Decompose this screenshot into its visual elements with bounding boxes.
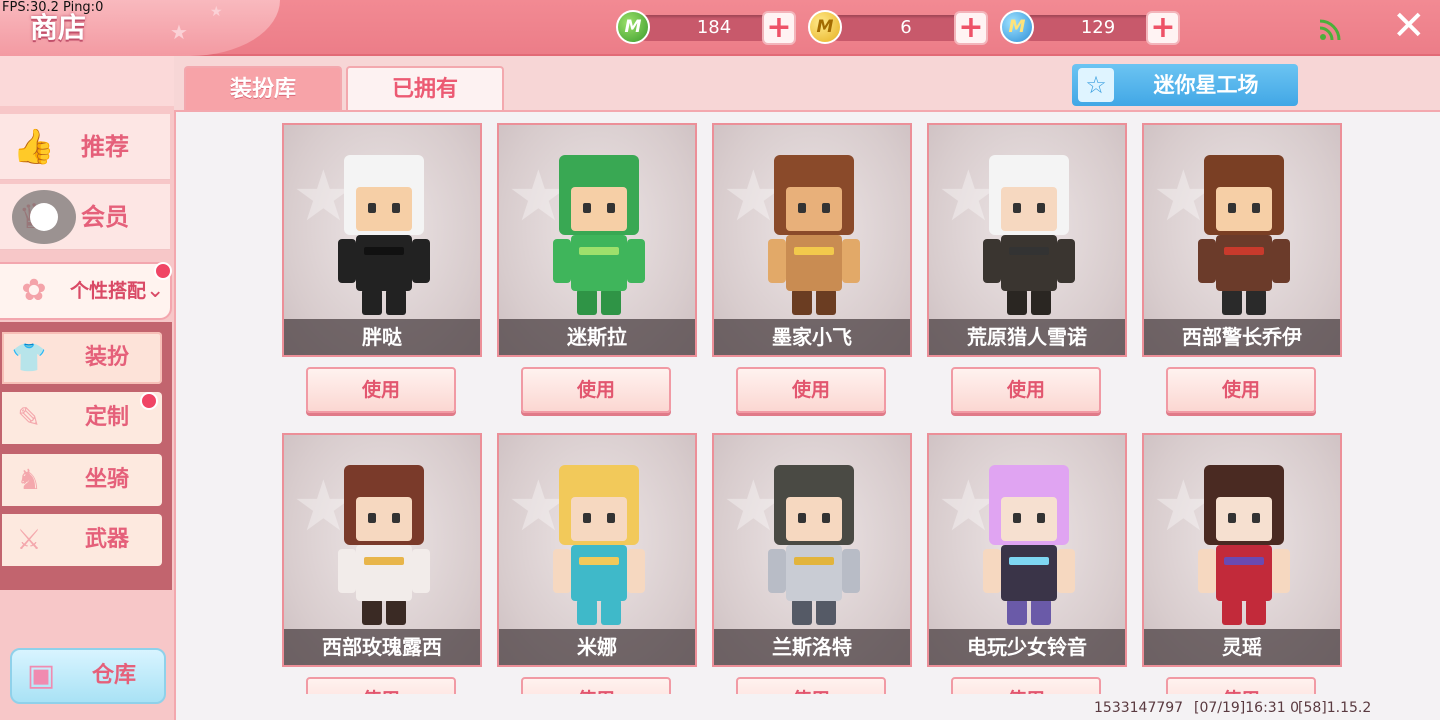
skin-card[interactable]: ★ 西部警长乔伊	[1142, 123, 1342, 357]
skin-card[interactable]: ★ 米娜	[497, 433, 697, 667]
timestamp: [07/19]16:31 0	[1194, 700, 1299, 716]
avatar-figure	[334, 147, 434, 317]
skin-name: 米娜	[499, 629, 695, 665]
skin-card[interactable]: ★ 墨家小飞	[712, 123, 912, 357]
skin-name: 西部警长乔伊	[1144, 319, 1340, 355]
use-skin-button[interactable]: 使用	[1166, 367, 1316, 413]
avatar-figure	[979, 457, 1079, 627]
skin-card[interactable]: ★ 胖哒	[282, 123, 482, 357]
skin-name: 迷斯拉	[499, 319, 695, 355]
use-skin-button[interactable]: 使用	[306, 367, 456, 413]
avatar-figure	[334, 457, 434, 627]
skin-name: 电玩少女铃音	[929, 629, 1125, 665]
avatar-figure	[549, 147, 649, 317]
use-skin-button[interactable]: 使用	[521, 367, 671, 413]
avatar-figure	[764, 457, 864, 627]
skin-name: 墨家小飞	[714, 319, 910, 355]
skin-card[interactable]: ★ 荒原猎人雪诺	[927, 123, 1127, 357]
use-skin-button[interactable]: 使用	[951, 367, 1101, 413]
skin-name: 荒原猎人雪诺	[929, 319, 1125, 355]
skin-name: 灵瑶	[1144, 629, 1340, 665]
skin-card[interactable]: ★ 灵瑶	[1142, 433, 1342, 667]
skin-card[interactable]: ★ 电玩少女铃音	[927, 433, 1127, 667]
use-skin-button[interactable]: 使用	[736, 367, 886, 413]
skin-card[interactable]: ★ 兰斯洛特	[712, 433, 912, 667]
avatar-figure	[1194, 147, 1294, 317]
skin-card[interactable]: ★ 西部玫瑰露西	[282, 433, 482, 667]
use-skin-button[interactable]: 使用	[521, 677, 671, 694]
skin-card[interactable]: ★ 迷斯拉	[497, 123, 697, 357]
avatar-figure	[979, 147, 1079, 317]
skin-name: 胖哒	[284, 319, 480, 355]
skin-name: 西部玫瑰露西	[284, 629, 480, 665]
avatar-figure	[764, 147, 864, 317]
skin-name: 兰斯洛特	[714, 629, 910, 665]
user-id: 1533147797	[1094, 700, 1184, 716]
use-skin-button[interactable]: 使用	[306, 677, 456, 694]
avatar-figure	[1194, 457, 1294, 627]
use-skin-button[interactable]: 使用	[951, 677, 1101, 694]
use-skin-button[interactable]: 使用	[736, 677, 886, 694]
avatar-figure	[549, 457, 649, 627]
use-skin-button[interactable]: 使用	[1166, 677, 1316, 694]
version: [58]1.15.2	[1298, 700, 1372, 716]
